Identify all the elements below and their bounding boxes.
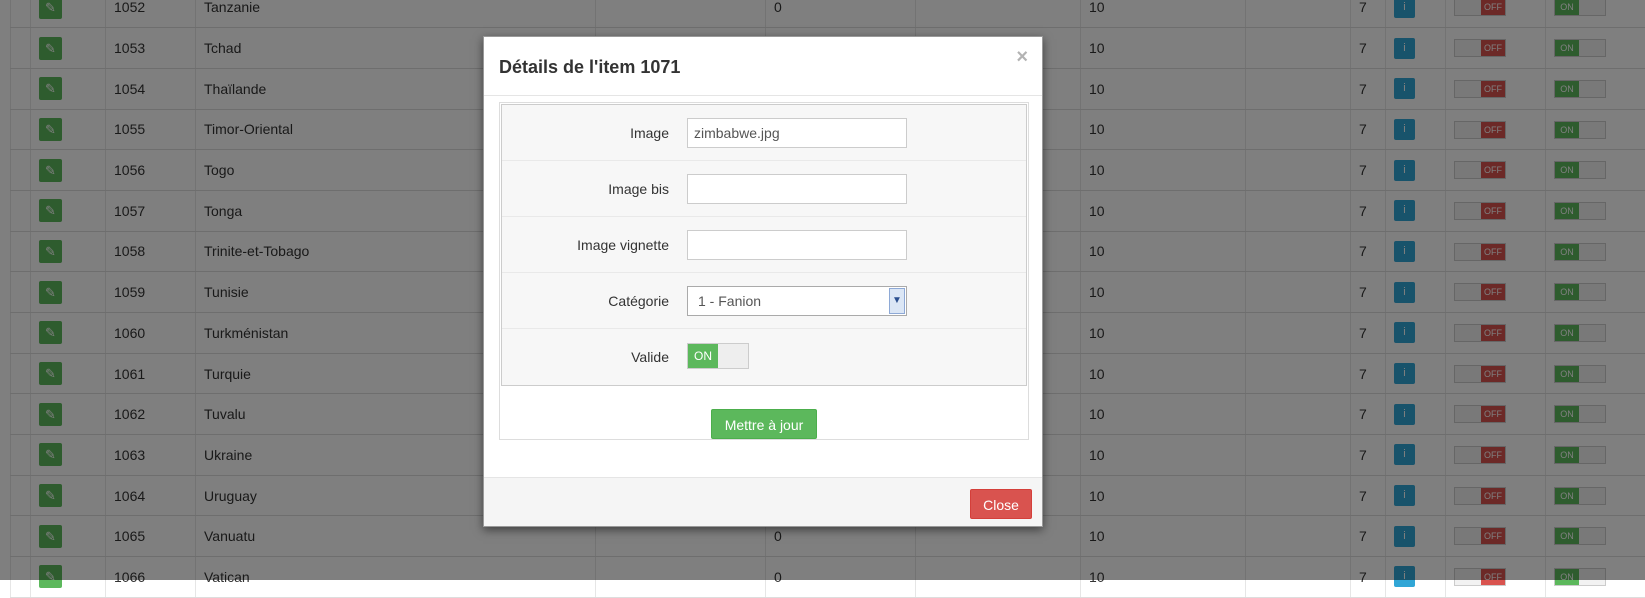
categorie-select[interactable]: 1 - Fanion ▼	[687, 286, 907, 316]
image-vignette-label: Image vignette	[502, 217, 669, 273]
item-details-modal: Détails de l'item 1071 × Image Image bis…	[483, 36, 1043, 527]
close-icon[interactable]: ×	[1016, 47, 1028, 67]
valide-toggle-state: ON	[688, 344, 718, 368]
categorie-label: Catégorie	[502, 273, 669, 329]
valide-toggle[interactable]: ON	[687, 343, 749, 369]
image-bis-input[interactable]	[687, 174, 907, 204]
form-row-image: Image	[502, 105, 1026, 161]
modal-title: Détails de l'item 1071	[499, 57, 680, 78]
categorie-selected-value: 1 - Fanion	[698, 287, 761, 315]
image-bis-label: Image bis	[502, 161, 669, 217]
form-row-image-vignette: Image vignette	[502, 217, 1026, 273]
modal-footer: Close	[484, 477, 1042, 526]
image-vignette-input[interactable]	[687, 230, 907, 260]
chevron-down-icon[interactable]: ▼	[889, 288, 905, 314]
form-row-valide: Valide ON	[502, 329, 1026, 385]
modal-header: Détails de l'item 1071 ×	[484, 37, 1042, 96]
image-input[interactable]	[687, 118, 907, 148]
close-button[interactable]: Close	[970, 489, 1032, 519]
form-row-image-bis: Image bis	[502, 161, 1026, 217]
update-button[interactable]: Mettre à jour	[711, 409, 817, 439]
form-row-categorie: Catégorie 1 - Fanion ▼	[502, 273, 1026, 329]
valide-label: Valide	[502, 329, 669, 385]
form-fields: Image Image bis Image vignette Catégorie…	[501, 104, 1027, 386]
edit-form: Image Image bis Image vignette Catégorie…	[499, 102, 1029, 440]
image-label: Image	[502, 105, 669, 161]
